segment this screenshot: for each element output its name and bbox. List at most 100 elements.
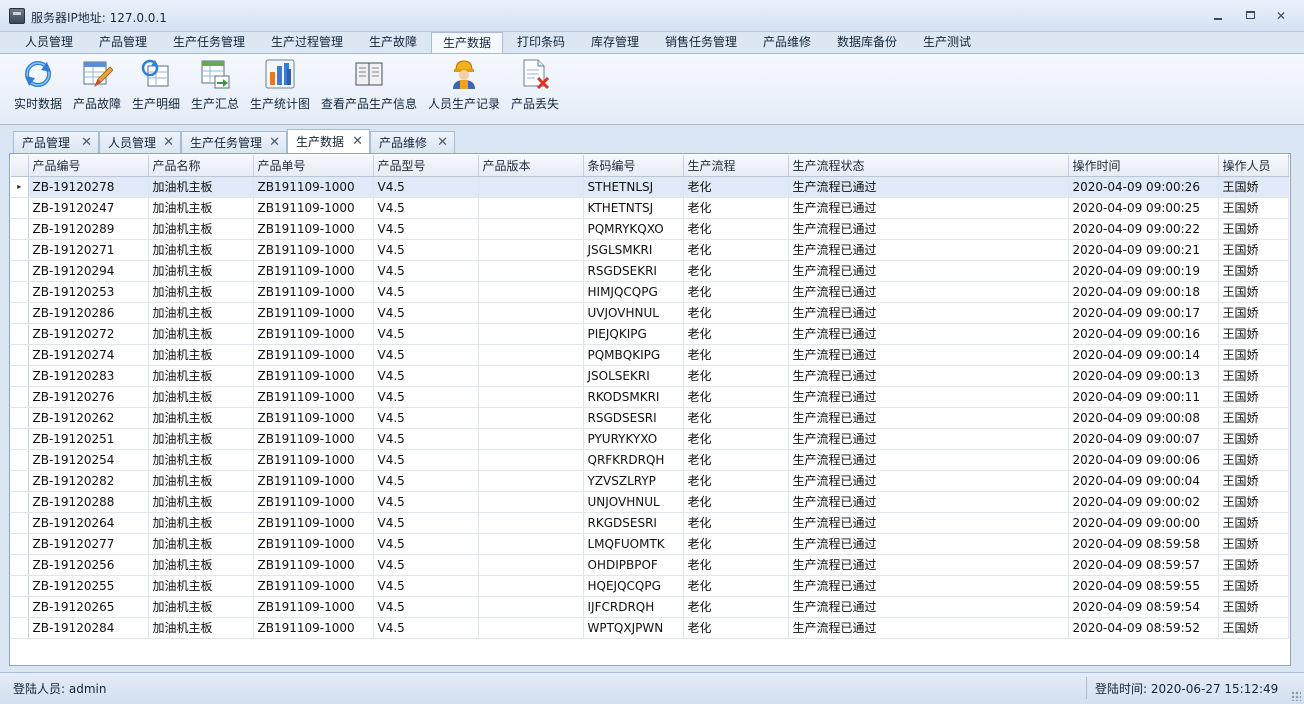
table-cell[interactable]: 老化 (683, 428, 789, 450)
table-cell[interactable]: 2020-04-09 09:00:00 (1068, 512, 1219, 534)
table-cell[interactable]: 王国娇 (1218, 554, 1289, 576)
table-cell[interactable]: UVJOVHNUL (583, 302, 684, 324)
close-icon[interactable]: ✕ (352, 130, 363, 154)
table-cell[interactable]: 生产流程已通过 (788, 596, 1069, 618)
table-row[interactable]: ZB-19120282 加油机主板 ZB191109-1000 V4.5 YZVSZLR… (11, 470, 1289, 492)
table-cell[interactable]: ZB-19120294 (28, 260, 149, 282)
table-cell[interactable]: 老化 (683, 596, 789, 618)
table-cell[interactable]: ZB191109-1000 (253, 323, 374, 345)
close-icon[interactable]: ✕ (437, 132, 448, 154)
row-indicator[interactable] (11, 302, 29, 324)
table-cell[interactable]: ZB191109-1000 (253, 218, 374, 240)
table-cell[interactable]: 加油机主板 (148, 239, 254, 261)
table-cell[interactable]: ZB-19120276 (28, 386, 149, 408)
table-cell[interactable]: 老化 (683, 323, 789, 345)
product-lost-button[interactable]: 产品丢失 (508, 54, 562, 124)
row-indicator[interactable] (11, 281, 29, 303)
column-header[interactable]: 操作时间 (1068, 155, 1219, 177)
close-icon[interactable]: ✕ (81, 132, 92, 154)
table-row[interactable]: ZB-19120271 加油机主板 ZB191109-1000 V4.5 JSGLSMK… (11, 239, 1289, 261)
table-cell[interactable]: IJFCRDRQH (583, 596, 684, 618)
close-icon[interactable]: ✕ (269, 132, 280, 154)
table-cell[interactable]: 生产流程已通过 (788, 512, 1069, 534)
table-cell[interactable]: 生产流程已通过 (788, 386, 1069, 408)
table-cell[interactable]: 老化 (683, 302, 789, 324)
table-cell[interactable]: V4.5 (373, 533, 479, 555)
table-cell[interactable]: 2020-04-09 09:00:18 (1068, 281, 1219, 303)
table-cell[interactable]: V4.5 (373, 491, 479, 513)
table-cell[interactable]: UNJOVHNUL (583, 491, 684, 513)
table-cell[interactable]: V4.5 (373, 407, 479, 429)
ribbon-tab-inventory[interactable]: 库存管理 (578, 32, 652, 53)
table-cell[interactable]: V4.5 (373, 575, 479, 597)
row-indicator[interactable] (11, 449, 29, 471)
table-cell[interactable]: ZB191109-1000 (253, 575, 374, 597)
table-cell[interactable]: V4.5 (373, 449, 479, 471)
maximize-button[interactable] (1242, 8, 1260, 24)
table-cell[interactable] (478, 470, 584, 492)
realtime-data-button[interactable]: 实时数据 (10, 54, 66, 124)
table-cell[interactable]: 2020-04-09 09:00:11 (1068, 386, 1219, 408)
ribbon-tab-sales-tasks[interactable]: 销售任务管理 (652, 32, 750, 53)
row-indicator[interactable] (11, 428, 29, 450)
table-cell[interactable]: 加油机主板 (148, 407, 254, 429)
table-cell[interactable]: 王国娇 (1218, 218, 1289, 240)
table-cell[interactable]: 加油机主板 (148, 281, 254, 303)
table-cell[interactable]: JSOLSEKRI (583, 365, 684, 387)
table-cell[interactable]: V4.5 (373, 554, 479, 576)
ribbon-tab-print-barcode[interactable]: 打印条码 (504, 32, 578, 53)
table-cell[interactable]: V4.5 (373, 218, 479, 240)
table-cell[interactable]: ZB191109-1000 (253, 365, 374, 387)
table-cell[interactable]: 生产流程已通过 (788, 575, 1069, 597)
column-header[interactable]: 产品编号 (28, 155, 149, 177)
table-cell[interactable]: HQEJQCQPG (583, 575, 684, 597)
table-cell[interactable]: RKGDSESRI (583, 512, 684, 534)
table-cell[interactable]: 王国娇 (1218, 449, 1289, 471)
table-cell[interactable]: 生产流程已通过 (788, 218, 1069, 240)
table-cell[interactable]: 王国娇 (1218, 575, 1289, 597)
ribbon-tab-production-faults[interactable]: 生产故障 (356, 32, 430, 53)
table-cell[interactable]: 生产流程已通过 (788, 407, 1069, 429)
data-grid[interactable]: 产品编号 产品名称 产品单号 产品型号 产品版本 条码编号 生产流程 生产流程状… (9, 153, 1291, 666)
table-cell[interactable] (478, 575, 584, 597)
column-header[interactable]: 生产流程 (683, 155, 789, 177)
ribbon-tab-production-test[interactable]: 生产测试 (910, 32, 984, 53)
column-header[interactable]: 条码编号 (583, 155, 684, 177)
doc-tab-production-tasks[interactable]: 生产任务管理 ✕ (181, 131, 287, 153)
table-row[interactable]: ▸ ZB-19120278 加油机主板 ZB191109-1000 V4.5 STHETN… (11, 176, 1289, 198)
table-cell[interactable]: 王国娇 (1218, 323, 1289, 345)
table-cell[interactable]: 生产流程已通过 (788, 617, 1069, 639)
table-cell[interactable]: 王国娇 (1218, 386, 1289, 408)
table-cell[interactable]: ZB-19120284 (28, 617, 149, 639)
column-header[interactable]: 产品版本 (478, 155, 584, 177)
table-cell[interactable]: 老化 (683, 260, 789, 282)
table-cell[interactable]: 加油机主板 (148, 575, 254, 597)
table-cell[interactable]: PQMBQKIPG (583, 344, 684, 366)
row-indicator[interactable] (11, 512, 29, 534)
table-cell[interactable]: 加油机主板 (148, 344, 254, 366)
table-cell[interactable]: 生产流程已通过 (788, 323, 1069, 345)
table-cell[interactable]: 加油机主板 (148, 176, 254, 198)
table-cell[interactable] (478, 407, 584, 429)
table-cell[interactable]: V4.5 (373, 512, 479, 534)
table-cell[interactable]: 老化 (683, 554, 789, 576)
row-indicator[interactable] (11, 596, 29, 618)
table-cell[interactable]: ZB191109-1000 (253, 533, 374, 555)
table-row[interactable]: ZB-19120255 加油机主板 ZB191109-1000 V4.5 HQEJQCQ… (11, 575, 1289, 597)
table-cell[interactable] (478, 281, 584, 303)
table-cell[interactable]: ZB191109-1000 (253, 176, 374, 198)
table-cell[interactable]: 生产流程已通过 (788, 428, 1069, 450)
table-cell[interactable]: 老化 (683, 533, 789, 555)
table-cell[interactable]: V4.5 (373, 281, 479, 303)
table-cell[interactable]: 2020-04-09 09:00:14 (1068, 344, 1219, 366)
row-indicator[interactable] (11, 197, 29, 219)
column-header[interactable]: 产品型号 (373, 155, 479, 177)
table-cell[interactable]: 老化 (683, 617, 789, 639)
table-cell[interactable]: 2020-04-09 09:00:16 (1068, 323, 1219, 345)
table-cell[interactable]: ZB-19120274 (28, 344, 149, 366)
table-cell[interactable]: 加油机主板 (148, 323, 254, 345)
table-cell[interactable]: V4.5 (373, 260, 479, 282)
row-indicator[interactable] (11, 323, 29, 345)
table-cell[interactable] (478, 512, 584, 534)
table-cell[interactable]: 老化 (683, 449, 789, 471)
